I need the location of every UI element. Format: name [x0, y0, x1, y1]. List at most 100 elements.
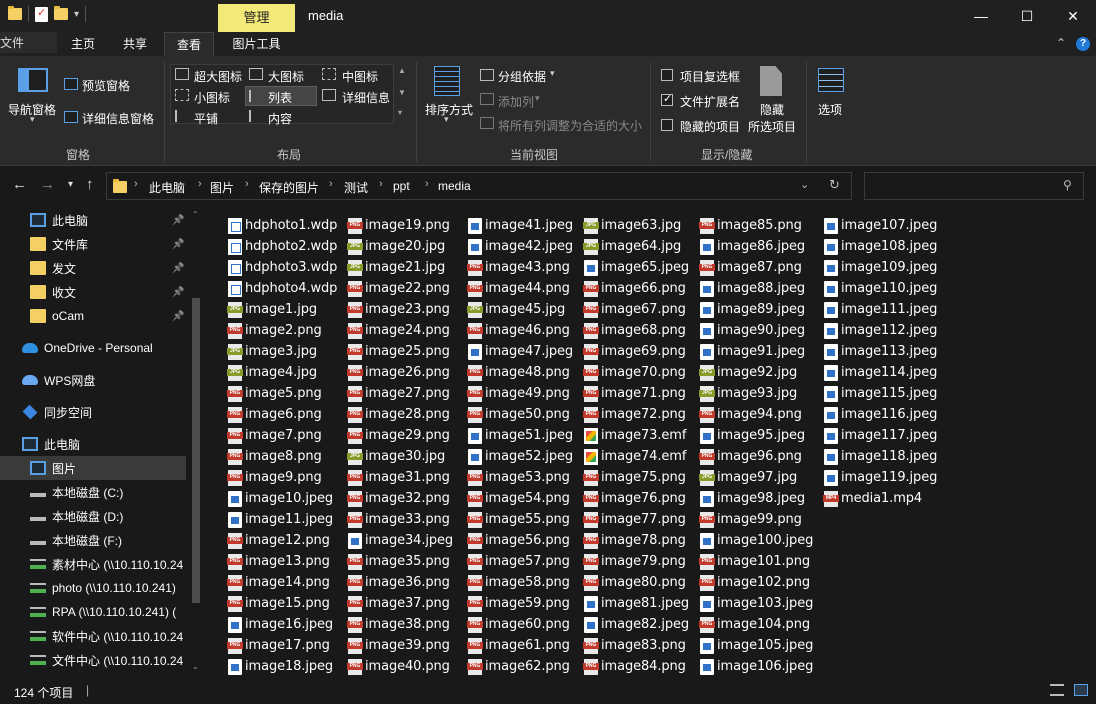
file-item[interactable]: image60.png	[467, 614, 570, 635]
back-button[interactable]: ←	[12, 176, 27, 193]
nav-item[interactable]: RPA (\\10.110.10.241) (	[0, 600, 186, 624]
layout-extra-large-icons[interactable]: 超大图标	[194, 68, 242, 85]
file-item[interactable]: image26.png	[347, 362, 450, 383]
file-item[interactable]: image56.png	[467, 530, 570, 551]
file-item[interactable]: image23.png	[347, 299, 450, 320]
file-item[interactable]: image3.jpg	[227, 341, 317, 362]
file-item[interactable]: image72.png	[583, 404, 686, 425]
file-item[interactable]: image37.png	[347, 593, 450, 614]
file-item[interactable]: image75.png	[583, 467, 686, 488]
scroll-up-icon[interactable]: ⌃	[192, 210, 199, 219]
file-item[interactable]: image115.jpeg	[824, 383, 937, 404]
layout-small-icons[interactable]: 小图标	[194, 89, 230, 106]
up-button[interactable]: ↑	[86, 176, 94, 193]
file-item[interactable]: image95.jpeg	[700, 425, 805, 446]
nav-item[interactable]: 素材中心 (\\10.110.10.24	[0, 552, 186, 576]
chevron-right-icon[interactable]: ›	[379, 178, 383, 190]
file-item[interactable]: image109.jpeg	[824, 257, 937, 278]
navigation-scrollbar[interactable]: ⌃ ⌄	[189, 206, 203, 678]
nav-item[interactable]: WPS网盘	[0, 368, 186, 392]
file-item[interactable]: image76.png	[583, 488, 686, 509]
file-item[interactable]: image45.jpg	[467, 299, 565, 320]
file-item[interactable]: image49.png	[467, 383, 570, 404]
file-item[interactable]: image54.png	[467, 488, 570, 509]
file-item[interactable]: image97.jpg	[699, 467, 797, 488]
chevron-down-icon[interactable]: ▾	[444, 114, 449, 125]
layout-content[interactable]: 内容	[268, 110, 292, 127]
breadcrumb-item[interactable]: 图片	[210, 179, 234, 196]
breadcrumb-item[interactable]: 测试	[344, 179, 368, 196]
file-item[interactable]: image112.jpeg	[824, 320, 937, 341]
hide-selected-label-2[interactable]: 所选项目	[748, 118, 796, 135]
file-item[interactable]: image13.png	[227, 551, 330, 572]
forward-button[interactable]: →	[40, 176, 55, 193]
preview-pane-button[interactable]: 预览窗格	[82, 77, 130, 94]
options-icon[interactable]	[818, 68, 844, 92]
file-item[interactable]: image39.png	[347, 635, 450, 656]
file-item[interactable]: image15.png	[227, 593, 330, 614]
file-item[interactable]: hdphoto1.wdp	[228, 215, 337, 236]
file-item[interactable]: image1.jpg	[227, 299, 317, 320]
file-item[interactable]: hdphoto4.wdp	[228, 278, 337, 299]
details-pane-button[interactable]: 详细信息窗格	[82, 110, 154, 127]
customize-qat-icon[interactable]: ▾	[74, 9, 79, 20]
tab-file[interactable]: 文件	[0, 32, 57, 53]
layout-large-icons[interactable]: 大图标	[268, 68, 304, 85]
chevron-right-icon[interactable]: ›	[245, 178, 249, 190]
nav-item[interactable]: 收文 📌	[0, 280, 186, 304]
layout-tiles[interactable]: 平铺	[194, 110, 218, 127]
file-item[interactable]: image5.png	[227, 383, 322, 404]
file-item[interactable]: image117.jpeg	[824, 425, 937, 446]
file-item[interactable]: image8.png	[227, 446, 322, 467]
file-item[interactable]: image62.png	[467, 656, 570, 677]
file-item[interactable]: image84.png	[583, 656, 686, 677]
file-item[interactable]: image20.jpg	[347, 236, 445, 257]
file-item[interactable]: image87.png	[699, 257, 802, 278]
file-item[interactable]: image106.jpeg	[700, 656, 813, 677]
file-item[interactable]: image66.png	[583, 278, 686, 299]
layout-details[interactable]: 详细信息	[342, 89, 390, 106]
nav-item[interactable]: oCam 📌	[0, 304, 186, 328]
file-item[interactable]: image22.png	[347, 278, 450, 299]
file-item[interactable]: image53.png	[467, 467, 570, 488]
file-item[interactable]: image6.png	[227, 404, 322, 425]
file-item[interactable]: image29.png	[347, 425, 450, 446]
file-item[interactable]: image113.jpeg	[824, 341, 937, 362]
item-checkboxes-label[interactable]: 项目复选框	[680, 68, 740, 85]
file-item[interactable]: image33.png	[347, 509, 450, 530]
file-extensions-label[interactable]: 文件扩展名	[680, 93, 740, 110]
file-item[interactable]: image19.png	[347, 215, 450, 236]
file-extensions-checkbox[interactable]	[661, 92, 673, 106]
scrollbar-thumb[interactable]	[192, 298, 200, 603]
file-item[interactable]: image52.jpeg	[468, 446, 573, 467]
file-item[interactable]: image25.png	[347, 341, 450, 362]
nav-item[interactable]: 此电脑 📌	[0, 208, 186, 232]
sort-by-button[interactable]: 排序方式	[425, 101, 473, 118]
breadcrumb-item[interactable]: 此电脑	[149, 179, 185, 196]
file-item[interactable]: image107.jpeg	[824, 215, 937, 236]
add-columns-button[interactable]: 添加列	[498, 93, 534, 110]
scroll-down-icon[interactable]: ⌄	[192, 662, 199, 671]
nav-item[interactable]: 文件中心 (\\10.110.10.24	[0, 648, 186, 672]
nav-item[interactable]: 本地磁盘 (D:)	[0, 504, 186, 528]
nav-item[interactable]: 同步空间	[0, 400, 186, 424]
file-item[interactable]: image114.jpeg	[824, 362, 937, 383]
file-item[interactable]: image14.png	[227, 572, 330, 593]
tab-picture-tools[interactable]: 图片工具	[218, 32, 295, 56]
file-item[interactable]: image63.jpg	[583, 215, 681, 236]
file-item[interactable]: hdphoto2.wdp	[228, 236, 337, 257]
chevron-down-icon[interactable]: ▾	[30, 114, 35, 125]
file-item[interactable]: image34.jpeg	[348, 530, 453, 551]
file-item[interactable]: image78.png	[583, 530, 686, 551]
file-item[interactable]: image18.jpeg	[228, 656, 333, 677]
file-item[interactable]: image36.png	[347, 572, 450, 593]
file-item[interactable]: image118.jpeg	[824, 446, 937, 467]
file-item[interactable]: image91.jpeg	[700, 341, 805, 362]
file-item[interactable]: image16.jpeg	[228, 614, 333, 635]
recent-locations-icon[interactable]: ▾	[68, 179, 73, 190]
file-item[interactable]: image116.jpeg	[824, 404, 937, 425]
file-item[interactable]: media1.mp4	[823, 488, 922, 509]
file-item[interactable]: image93.jpg	[699, 383, 797, 404]
file-item[interactable]: image103.jpeg	[700, 593, 813, 614]
nav-item[interactable]: 软件中心 (\\10.110.10.24	[0, 624, 186, 648]
